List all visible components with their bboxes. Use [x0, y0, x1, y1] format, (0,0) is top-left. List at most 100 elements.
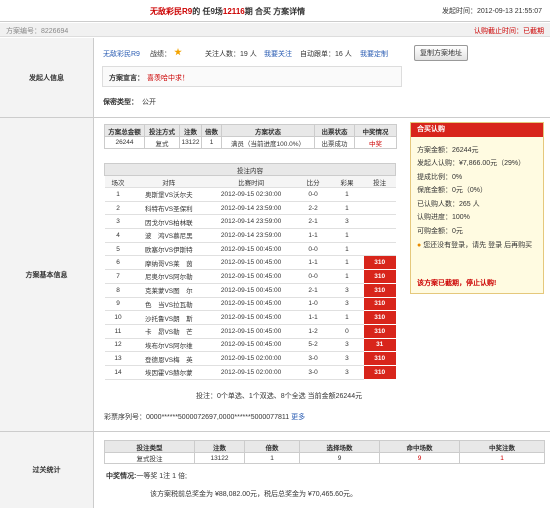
match-cell: 2012-09-15 00:45:00 — [205, 255, 297, 271]
login-hint[interactable]: ● 您还没有登录，请先 登录 后再购买 — [417, 240, 532, 250]
auto-follow: 自动跟单：16 人 — [300, 51, 352, 58]
match-cell: 0 — [330, 323, 364, 339]
deadline: 认购截止时间：已截期 — [474, 28, 544, 35]
info-value: 13122 — [179, 136, 202, 149]
match-cell: 1-1 — [296, 228, 331, 243]
initiator-subscribe: 发起人认购：¥7,866.00元（29%） — [417, 160, 526, 167]
match-row: 13 登德恩VS梅 英 2012-09-15 02:00:00 3-0 3 310 — [104, 351, 396, 366]
match-cell: 6 — [104, 255, 132, 271]
declaration-box: 方案宣言： 喜羡哈中求！ — [102, 66, 402, 87]
publish-time: 发起时间：2012-09-13 21:55:07 — [442, 8, 542, 15]
match-row: 5 欧塞尔VS伊斯特 2012-09-15 00:45:00 0-0 1 — [104, 241, 396, 257]
bet-cell: 310 — [363, 269, 396, 284]
match-cell: 3 — [330, 282, 364, 298]
lottery-name[interactable]: 无敌彩民R9 — [150, 7, 192, 16]
match-cell: 2012-09-15 02:00:00 — [205, 351, 297, 366]
match-cell: 8 — [104, 282, 132, 298]
match-cell: 1 — [104, 187, 132, 202]
match-row: 1 奥斯堡VS沃尔夫 2012-09-15 02:30:00 0-0 1 — [104, 187, 396, 202]
match-cell: 0-0 — [296, 269, 331, 284]
bet-cell: 31 — [363, 337, 396, 353]
more-link[interactable]: 更多 — [291, 414, 305, 421]
match-header: 彩果 — [330, 175, 364, 188]
match-cell: 2012-09-14 23:59:00 — [205, 214, 297, 230]
match-row: 8 克莱蒙VS图 尔 2012-09-15 00:45:00 2-1 3 310 — [104, 282, 396, 298]
info-header: 中奖情况 — [354, 124, 397, 137]
match-cell: 1 — [330, 310, 364, 325]
match-cell: 2 — [104, 200, 132, 216]
info-value: 26244 — [104, 136, 145, 149]
match-cell: 欧塞尔VS伊斯特 — [131, 241, 206, 257]
bet-cell: 310 — [363, 296, 396, 312]
info-value: 1 — [201, 136, 222, 149]
match-cell: 1 — [330, 228, 364, 243]
match-header: 投注 — [363, 175, 396, 188]
prize-total: 该方案税前总奖金为 ¥88,082.00元，税后总奖金为 ¥70,465.60元… — [150, 491, 357, 498]
plan-amount: 方案金额：26244元 — [417, 147, 479, 154]
star-icon — [174, 48, 182, 56]
title-part: 的 任9场 — [192, 7, 223, 16]
initiator-username[interactable]: 无敌彩民R9 — [103, 49, 140, 59]
info-value: 出票成功 — [314, 136, 355, 149]
match-cell: 1-0 — [296, 296, 331, 312]
info-value: 复式 — [144, 136, 180, 149]
bet-cell — [363, 228, 396, 243]
match-row: 9色 当VS拉瓦勒 2012-09-15 00:45:00 1-0 3 310 — [104, 296, 396, 312]
match-cell: 2-1 — [296, 282, 331, 298]
stat-header: 中奖注数 — [459, 440, 545, 453]
match-cell: 沙托鲁VS朗 斯 — [131, 310, 206, 325]
page-header: 无敌彩民R9的 任9场12116期 合买 方案详情 发起时间：2012-09-1… — [0, 0, 550, 22]
match-cell: 3 — [330, 214, 364, 230]
section-label: 过关统计 — [0, 432, 94, 508]
match-cell: 克莱蒙VS图 尔 — [131, 282, 206, 298]
match-header: 比分 — [296, 175, 331, 188]
subscriber-count: 已认购人数：265 人 — [417, 201, 480, 208]
match-cell: 2012-09-15 00:45:00 — [205, 337, 297, 353]
match-cell: 0-0 — [296, 241, 331, 257]
stat-value: 1 — [244, 452, 300, 464]
match-cell: 1 — [330, 269, 364, 284]
match-header: 场次 — [104, 175, 132, 188]
bet-cell — [363, 214, 396, 230]
stat-header: 选择场数 — [299, 440, 380, 453]
auto-follow-link[interactable]: 我要定制 — [360, 49, 388, 59]
info-header: 投注方式 — [144, 124, 180, 137]
info-header: 方案总金额 — [104, 124, 145, 137]
bet-cell: 310 — [363, 364, 396, 380]
available-amount: 可购金额：0元 — [417, 228, 463, 235]
match-row: 6 摩纳哥VS莱 茵 2012-09-15 00:45:00 1-1 1 310 — [104, 255, 396, 271]
guarantee-amount: 保底金额：0元（0%） — [417, 187, 488, 194]
closed-notice: 该方案已截期，停止认购! — [417, 280, 497, 287]
stat-value: 1 — [459, 452, 545, 464]
match-caption: 投注内容 — [104, 163, 396, 176]
initiator-section: 发起人信息 无敌彩民R9 战绩： 关注人数：19 人 我要关注 自动跟单：16 … — [0, 38, 550, 118]
match-cell: 9 — [104, 296, 132, 312]
record-label: 战绩： — [150, 51, 171, 58]
stat-value: 复式投注 — [104, 452, 195, 464]
info-value: 满员（当前进度100.0%） — [221, 136, 315, 149]
ticket-serial: 彩票序列号：0000******5000072697,0000******500… — [104, 414, 306, 421]
match-cell: 2012-09-15 00:45:00 — [205, 269, 297, 284]
title-part: 期 合买 方案详情 — [244, 7, 306, 16]
match-cell: 2012-09-15 02:00:00 — [205, 364, 297, 380]
issue-number: 12116 — [222, 7, 245, 16]
declaration-label: 方案宣言： — [109, 75, 144, 82]
info-value: 中奖 — [354, 136, 397, 149]
copy-url-button[interactable]: 复制方案地址 — [414, 45, 468, 61]
follow-link[interactable]: 我要关注 — [264, 49, 292, 59]
stat-value: 9 — [299, 452, 380, 464]
subscribe-title: 合买认购 — [411, 123, 543, 137]
bet-cell: 310 — [363, 323, 396, 339]
match-cell: 4 — [104, 228, 132, 243]
match-cell: 5-2 — [296, 337, 331, 353]
privacy-value: 公开 — [142, 99, 156, 106]
match-cell: 2012-09-14 23:59:00 — [205, 228, 297, 243]
match-cell: 2012-09-15 02:30:00 — [205, 187, 297, 202]
bet-summary: 投注：0个单选、1个双选、8个全选 当前金额26244元 — [196, 393, 363, 400]
bet-cell: 310 — [363, 255, 396, 271]
match-cell: 2012-09-15 00:45:00 — [205, 296, 297, 312]
section-label: 方案基本信息 — [0, 118, 94, 431]
declaration-text: 喜羡哈中求！ — [147, 75, 189, 82]
match-cell: 卡 昂VS勒 芒 — [131, 323, 206, 339]
subscribe-panel: 合买认购 方案金额：26244元 发起人认购：¥7,866.00元（29%） 提… — [410, 122, 544, 294]
